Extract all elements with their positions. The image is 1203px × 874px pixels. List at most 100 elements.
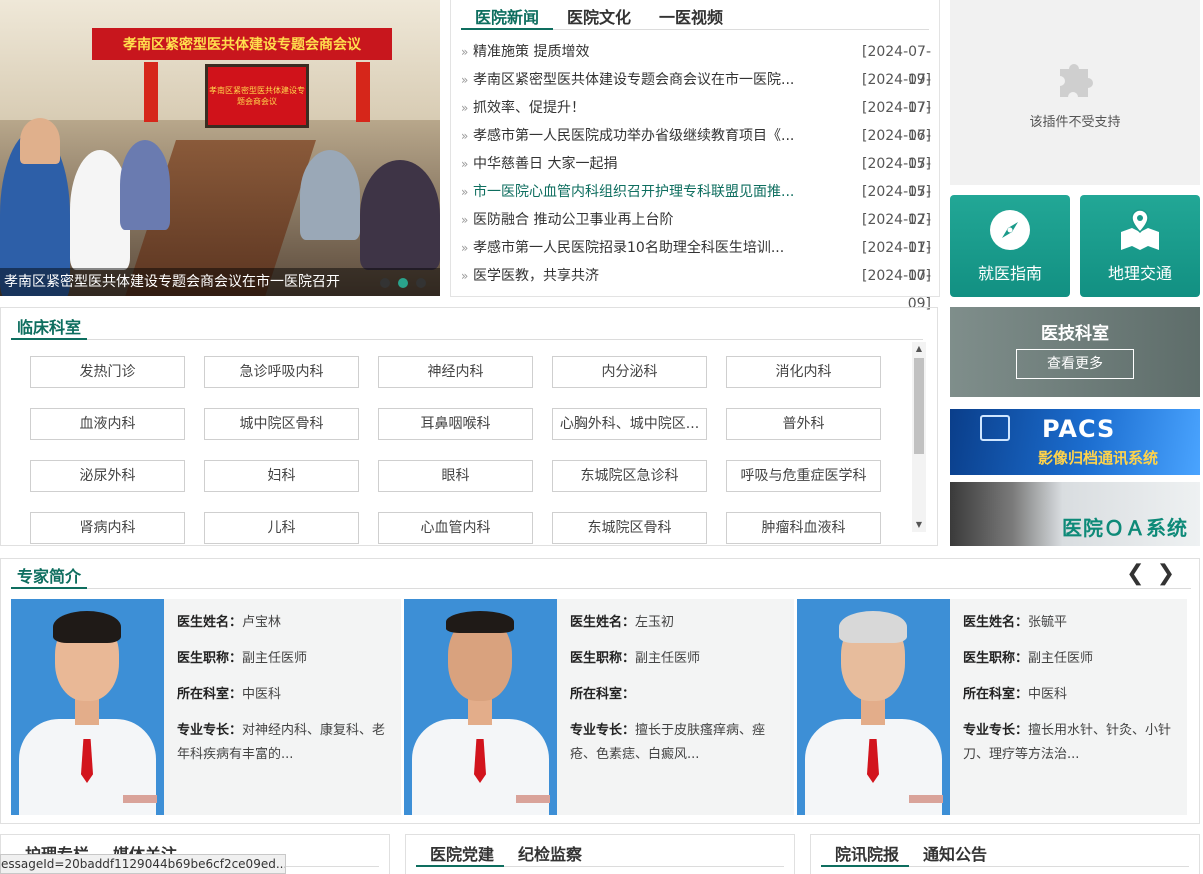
news-item[interactable]: » 中华慈善日 大家一起捐 [2024-07-15] [461,150,931,200]
news-list: » 精准施策 提质增效 [2024-07-19] » 孝南区紧密型医共体建设专题会商会… [461,38,931,312]
department-button[interactable]: 眼科 [378,460,533,492]
person [360,160,440,270]
hair [53,611,121,643]
name-badge [516,795,550,803]
department-button[interactable]: 耳鼻咽喉科 [378,408,533,440]
view-more-button[interactable]: 查看更多 [1016,349,1134,379]
tab-hospital-news[interactable]: 医院新闻 [461,0,554,30]
browser-status-bar: essageId=20baddf1129044b69be6cf2ce09ed..… [0,854,286,874]
carousel-dots [380,278,426,288]
department-button[interactable]: 东城院区急诊科 [552,460,707,492]
news-date: [2024-07-15] [861,156,931,200]
hair [839,611,907,643]
news-item[interactable]: » 孝南区紧密型医共体建设专题会商会议在市一医院... [2024-07-17] [461,66,931,116]
department-button[interactable]: 发热门诊 [30,356,185,388]
tab-party-building[interactable]: 医院党建 [416,835,505,867]
department-button[interactable]: 内分泌科 [552,356,707,388]
department-button[interactable]: 消化内科 [726,356,881,388]
department-button[interactable]: 急诊呼吸内科 [204,356,359,388]
expert-card[interactable]: 医生姓名：卢宝林 医生职称：副主任医师 所在科室：中医科 专业专长：对神经内科、… [11,599,401,815]
experts-nav: ❮ ❯ [1126,561,1175,586]
news-item[interactable]: » 市一医院心血管内科组织召开护理专科联盟见面推... [2024-07-12] [461,178,931,228]
news-item[interactable]: » 孝感市第一人民医院成功举办省级继续教育项目《... [2024-07-15] [461,122,931,172]
arrow-icon: » [461,269,469,283]
news-item[interactable]: » 医学医教，共享共济 [2024-07-09] [461,262,931,312]
news-date: [2024-07-15] [861,128,931,172]
tab-hospital-bulletin[interactable]: 院讯院报 [821,835,910,867]
department-button[interactable]: 普外科 [726,408,881,440]
banner-caption[interactable]: 孝南区紧密型医共体建设专题会商会议在市一医院召开 [0,268,440,296]
news-item[interactable]: » 孝感市第一人民医院招录10名助理全科医生培训... [2024-07-10] [461,234,931,284]
department-button[interactable]: 泌尿外科 [30,460,185,492]
person-head [20,118,60,164]
department-button[interactable]: 呼吸与危重症医学科 [726,460,881,492]
news-date: [2024-07-19] [861,44,931,88]
news-title[interactable]: 孝感市第一人民医院招录10名助理全科医生培训... [473,234,843,262]
news-title[interactable]: 孝感市第一人民医院成功举办省级继续教育项目《... [473,122,843,150]
department-button[interactable]: 神经内科 [378,356,533,388]
hair [446,611,514,633]
oa-system-banner[interactable]: 医院ＯＡ系统 [950,482,1200,546]
department-button[interactable]: 肿瘤科血液科 [726,512,881,544]
department-button[interactable]: 心胸外科、城中院区... [552,408,707,440]
news-title[interactable]: 中华慈善日 大家一起捐 [473,150,843,178]
expert-title: 副主任医师 [242,651,308,666]
department-scrollbar[interactable]: ▲ ▼ [912,342,926,532]
department-button[interactable]: 儿科 [204,512,359,544]
compass-icon [990,210,1030,250]
department-grid: 发热门诊 急诊呼吸内科 神经内科 内分泌科 消化内科 血液内科 城中院区骨科 耳… [30,356,900,544]
geo-traffic-label: 地理交通 [1107,264,1172,283]
tab-discipline-inspection[interactable]: 纪检监察 [504,835,592,867]
expert-card[interactable]: 医生姓名：左玉初 医生职称：副主任医师 所在科室： 专业专长：擅长于皮肤瘙痒病、… [404,599,794,815]
carousel-dot[interactable] [416,278,426,288]
expert-photo [797,599,950,815]
carousel-dot[interactable] [380,278,390,288]
department-button[interactable]: 东城院区骨科 [552,512,707,544]
news-date: [2024-07-10] [861,240,931,284]
scroll-up-icon[interactable]: ▲ [912,342,926,356]
pacs-title: PACS [1042,415,1116,443]
experts-title: 专家简介 [11,559,88,589]
news-title[interactable]: 医防融合 推动公卫事业再上台阶 [473,206,843,234]
department-button[interactable]: 妇科 [204,460,359,492]
tab-hospital-video[interactable]: 一医视频 [645,0,737,30]
news-title[interactable]: 孝南区紧密型医共体建设专题会商会议在市一医院... [473,66,843,94]
chevron-right-icon[interactable]: ❯ [1157,561,1175,586]
spec-label: 专业专长： [177,723,243,738]
news-title[interactable]: 精准施策 提质增效 [473,38,843,66]
experts-header: 专家简介 [11,559,1191,589]
puzzle-piece-icon [1060,64,1093,97]
expert-card[interactable]: 医生姓名：张毓平 医生职称：副主任医师 所在科室：中医科 专业专长：擅长用水针、… [797,599,1187,815]
geo-traffic-button[interactable]: 地理交通 [1080,195,1200,297]
medical-tech-dept-title: 医技科室 [1041,324,1109,344]
news-notice-panel: 院讯院报 通知公告 [810,834,1200,874]
pacs-system-banner[interactable]: PACS 影像归档通讯系统 [950,409,1200,475]
department-button[interactable]: 血液内科 [30,408,185,440]
news-item[interactable]: » 医防融合 推动公卫事业再上台阶 [2024-07-11] [461,206,931,256]
news-banner-carousel[interactable]: 孝南区紧密型医共体建设专题会商会议 孝南区紧密型医共体建设专题会商会议 孝南区紧… [0,0,440,296]
news-title[interactable]: 医学医教，共享共济 [473,262,843,290]
chevron-left-icon[interactable]: ❮ [1126,561,1144,586]
news-date: [2024-07-12] [861,184,931,228]
plugin-message: 该插件不受支持 [1029,115,1121,130]
news-title[interactable]: 抓效率、促提升！ [473,94,843,122]
news-notice-tabs: 院讯院报 通知公告 [821,835,1189,867]
scroll-down-icon[interactable]: ▼ [912,518,926,532]
news-item[interactable]: » 精准施策 提质增效 [2024-07-19] [461,38,931,88]
news-date: [2024-07-11] [861,212,931,256]
party-discipline-panel: 医院党建 纪检监察 [405,834,795,874]
medical-guide-label: 就医指南 [977,264,1042,283]
tab-notices[interactable]: 通知公告 [909,835,997,867]
department-button[interactable]: 心血管内科 [378,512,533,544]
tab-hospital-culture[interactable]: 医院文化 [553,0,645,30]
arrow-icon: » [461,129,469,143]
carousel-dot[interactable] [398,278,408,288]
department-button[interactable]: 城中院区骨科 [204,408,359,440]
expert-dept: 中医科 [1028,687,1068,702]
spec-label: 专业专长： [963,723,1029,738]
news-item[interactable]: » 抓效率、促提升！ [2024-07-16] [461,94,931,144]
news-title[interactable]: 市一医院心血管内科组织召开护理专科联盟见面推... [473,178,843,206]
scrollbar-thumb[interactable] [914,358,924,454]
department-button[interactable]: 肾病内科 [30,512,185,544]
medical-guide-button[interactable]: 就医指南 [950,195,1070,297]
